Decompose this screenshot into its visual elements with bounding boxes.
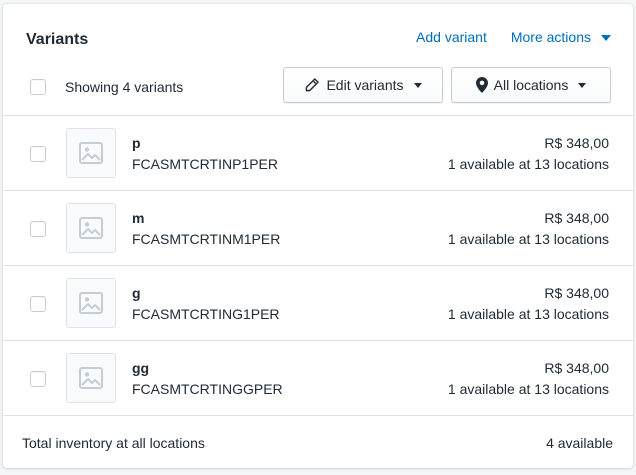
variant-row[interactable]: gg FCASMTCRTINGGPER R$ 348,00 1 availabl…	[3, 341, 633, 416]
locations-label: All locations	[493, 77, 569, 93]
variant-name[interactable]: m	[132, 210, 144, 226]
total-inventory-label: Total inventory at all locations	[22, 435, 205, 451]
variant-availability: 1 available at 13 locations	[447, 306, 609, 322]
variant-price: R$ 348,00	[544, 285, 609, 301]
variant-price: R$ 348,00	[544, 210, 609, 226]
locations-button[interactable]: All locations	[451, 67, 611, 103]
variant-name[interactable]: gg	[132, 360, 149, 376]
variant-row[interactable]: p FCASMTCRTINP1PER R$ 348,00 1 available…	[3, 116, 633, 191]
image-placeholder-icon	[66, 278, 116, 328]
card-header: Variants Add variant More actions Showin…	[3, 4, 633, 116]
variant-checkbox[interactable]	[30, 296, 46, 312]
variant-sku: FCASMTCRTING1PER	[132, 306, 280, 322]
card-footer: Total inventory at all locations 4 avail…	[3, 416, 633, 468]
variant-row[interactable]: m FCASMTCRTINM1PER R$ 348,00 1 available…	[3, 191, 633, 266]
variant-sku: FCASMTCRTINM1PER	[132, 231, 281, 247]
edit-variants-button[interactable]: Edit variants	[283, 67, 443, 103]
more-actions-link[interactable]: More actions	[511, 29, 611, 45]
caret-down-icon	[413, 83, 422, 88]
caret-down-icon	[601, 35, 611, 41]
total-inventory-value: 4 available	[546, 435, 613, 451]
image-placeholder-icon	[66, 203, 116, 253]
variant-availability: 1 available at 13 locations	[447, 231, 609, 247]
caret-down-icon	[578, 83, 587, 88]
select-all-checkbox[interactable]	[30, 79, 46, 95]
image-placeholder-icon	[66, 353, 116, 403]
showing-count: Showing 4 variants	[65, 79, 184, 95]
header-actions: Add variant More actions	[416, 29, 611, 45]
add-variant-link[interactable]: Add variant	[416, 29, 487, 45]
more-actions-label: More actions	[510, 29, 591, 45]
edit-variants-label: Edit variants	[326, 77, 404, 93]
variant-sku: FCASMTCRTINP1PER	[132, 156, 278, 172]
card-title: Variants	[26, 31, 89, 48]
variant-price: R$ 348,00	[544, 135, 609, 151]
variant-availability: 1 available at 13 locations	[447, 156, 609, 172]
pencil-icon	[306, 78, 320, 92]
variant-row[interactable]: g FCASMTCRTING1PER R$ 348,00 1 available…	[3, 266, 633, 341]
variant-checkbox[interactable]	[30, 221, 46, 237]
variant-sku: FCASMTCRTINGGPER	[132, 381, 283, 397]
variant-price: R$ 348,00	[544, 360, 609, 376]
variant-checkbox[interactable]	[30, 371, 46, 387]
variant-name[interactable]: p	[132, 135, 141, 151]
variant-availability: 1 available at 13 locations	[447, 381, 609, 397]
location-pin-icon	[475, 77, 488, 93]
variant-checkbox[interactable]	[30, 146, 46, 162]
variant-name[interactable]: g	[132, 285, 141, 301]
variants-card: Variants Add variant More actions Showin…	[3, 4, 633, 468]
image-placeholder-icon	[66, 128, 116, 178]
